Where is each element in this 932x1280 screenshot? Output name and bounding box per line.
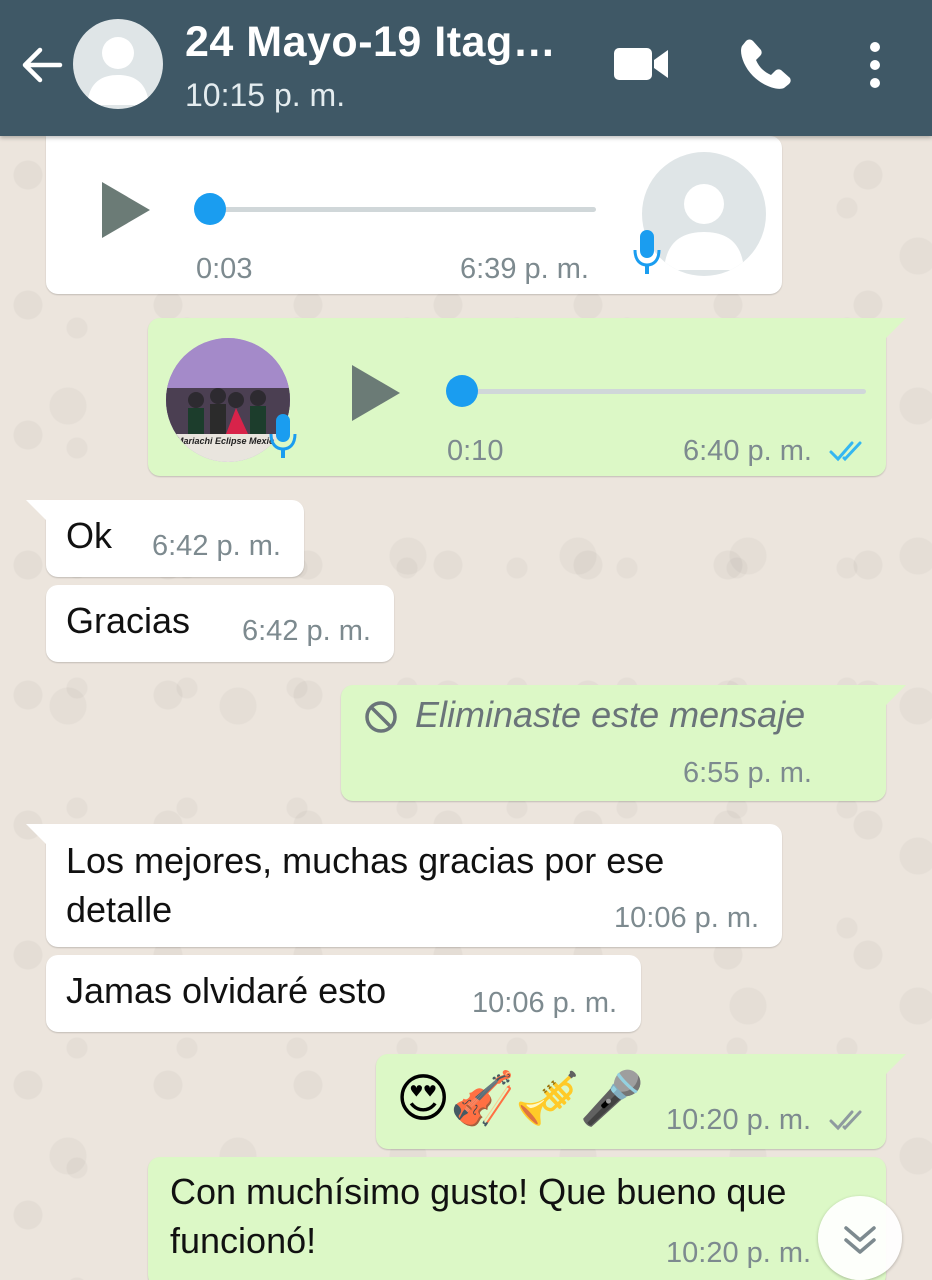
text-message-outgoing[interactable]: Con muchísimo gusto! Que bueno que funci… [148,1157,886,1280]
voice-progress-knob[interactable] [194,193,226,225]
voice-progress-track[interactable] [458,389,866,394]
scroll-to-bottom-button[interactable] [818,1196,902,1280]
read-ticks-icon [829,441,862,462]
message-time: 6:42 p. m. [242,615,371,647]
emoji-message-outgoing[interactable]: 😍🎻🎺🎤 10:20 p. m. [376,1054,906,1149]
text-message-incoming[interactable]: Gracias 6:42 p. m. [46,585,394,662]
message-time: 10:06 p. m. [614,902,760,934]
message-text: Jamas olvidaré esto [66,970,387,1011]
microphone-icon [633,230,661,274]
text-message-incoming[interactable]: Jamas olvidaré esto 10:06 p. m. [46,955,641,1032]
chat-header: 24 Mayo-19 Itag… 10:15 p. m. [0,0,932,136]
more-options-icon[interactable] [858,38,892,94]
deleted-message-text: Eliminaste este mensaje [415,694,806,735]
message-text: Gracias [66,600,191,641]
bubble-tail [884,1054,906,1076]
deleted-message-outgoing[interactable]: Eliminaste este mensaje 6:55 p. m. [341,685,906,801]
contact-avatar[interactable] [73,19,163,109]
prohibited-icon [365,701,397,733]
play-icon[interactable] [348,361,408,425]
voice-message-outgoing[interactable]: Mariachi Eclipse Mexic 0:10 6:40 p. m. [148,318,906,476]
chat-area[interactable]: 0:03 6:39 p. m. Mariachi Eclipse Mexic 0… [0,136,932,1280]
voice-message-incoming[interactable]: 0:03 6:39 p. m. [46,136,782,294]
bubble-tail [884,685,906,707]
voice-progress-track[interactable] [206,207,596,212]
bubble-tail [26,824,48,846]
back-arrow-icon[interactable] [16,40,66,90]
message-time: 10:20 p. m. [666,1104,812,1136]
chat-title[interactable]: 24 Mayo-19 Itag… [185,18,556,67]
phone-call-icon[interactable] [738,36,794,92]
message-time: 6:42 p. m. [152,530,281,562]
text-message-incoming[interactable]: Ok 6:42 p. m. [26,500,304,577]
message-time: 6:40 p. m. [683,435,812,467]
voice-duration: 0:10 [447,435,504,467]
message-time: 10:20 p. m. [666,1237,812,1269]
last-seen-text: 10:15 p. m. [185,77,346,113]
play-icon[interactable] [98,178,158,242]
bubble-tail [884,318,906,340]
emoji-text: 😍🎻🎺🎤 [396,1069,645,1129]
message-text: Ok [66,515,113,556]
text-message-incoming[interactable]: Los mejores, muchas gracias por ese deta… [26,824,782,947]
message-time: 6:55 p. m. [683,757,812,789]
video-call-icon[interactable] [612,42,672,86]
default-avatar-icon [87,37,149,105]
message-time: 6:39 p. m. [460,253,589,285]
bubble-tail [26,500,48,522]
delivered-ticks-icon [829,1110,862,1131]
message-time: 10:06 p. m. [472,987,618,1019]
double-chevron-down-icon [844,1226,876,1254]
voice-progress-knob[interactable] [446,375,478,407]
microphone-icon [269,414,297,458]
voice-duration: 0:03 [196,253,253,285]
